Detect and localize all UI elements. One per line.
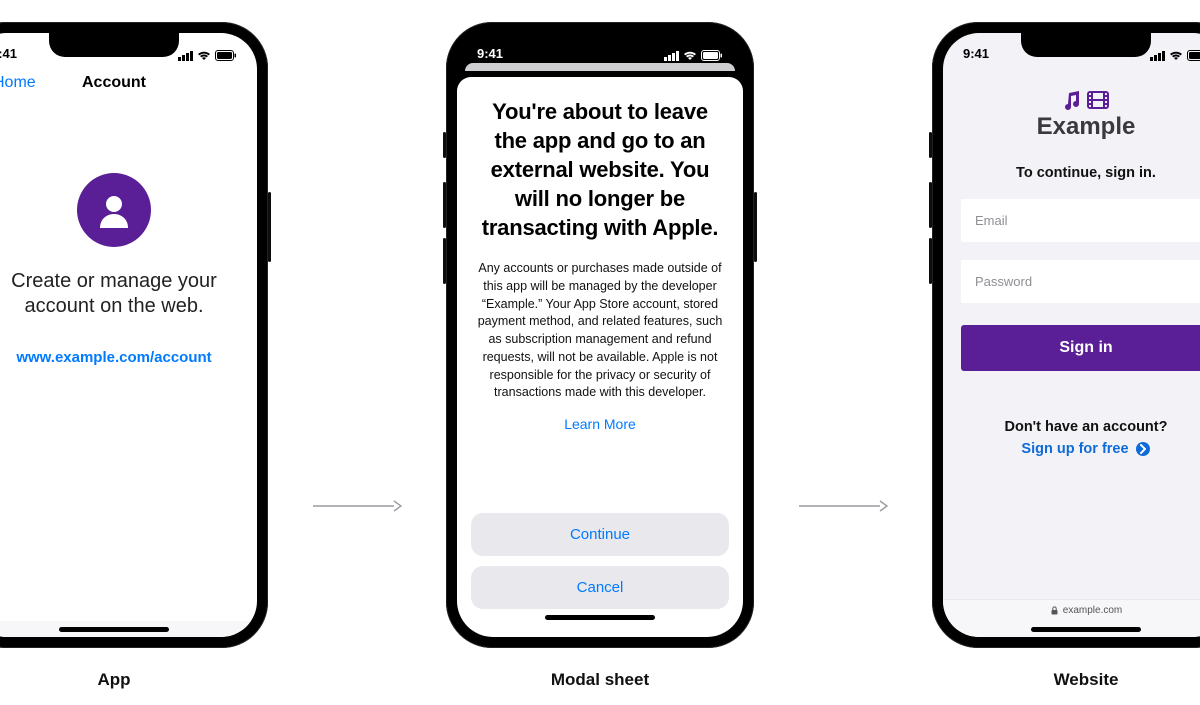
signin-subtitle: To continue, sign in. bbox=[1016, 165, 1156, 181]
phone-frame-modal: 9:41 You're about to leave the app and g… bbox=[446, 22, 754, 648]
home-indicator bbox=[471, 609, 729, 625]
lock-icon bbox=[1050, 606, 1059, 615]
phone-frame-website: 9:41 Example To continue, s bbox=[932, 22, 1200, 648]
signup-link[interactable]: Sign up for free bbox=[1021, 441, 1150, 457]
status-bar: 9:41 bbox=[943, 33, 1200, 63]
safari-url-text: example.com bbox=[1063, 605, 1122, 616]
nav-back-label: Home bbox=[0, 74, 36, 92]
home-indicator bbox=[943, 621, 1200, 637]
signin-button[interactable]: Sign in bbox=[961, 325, 1200, 371]
status-time: 9:41 bbox=[963, 46, 989, 61]
account-web-link[interactable]: www.example.com/account bbox=[16, 349, 211, 366]
continue-button[interactable]: Continue bbox=[471, 513, 729, 556]
flow-arrow-icon bbox=[312, 499, 402, 513]
safari-url-bar[interactable]: example.com bbox=[943, 599, 1200, 621]
phone-frame-app: 9:41 Home Account bbox=[0, 22, 268, 648]
password-field[interactable]: Password bbox=[961, 260, 1200, 303]
modal-headline: You're about to leave the app and go to … bbox=[471, 93, 729, 242]
sheet-behind-card bbox=[465, 63, 735, 71]
nav-bar: Home Account bbox=[0, 63, 257, 103]
caption-app: App bbox=[97, 670, 130, 690]
modal-sheet: You're about to leave the app and go to … bbox=[457, 77, 743, 637]
avatar-icon bbox=[77, 173, 151, 247]
status-time: 9:41 bbox=[477, 46, 503, 61]
home-indicator bbox=[0, 621, 257, 637]
caption-website: Website bbox=[1054, 670, 1119, 690]
signup-link-label: Sign up for free bbox=[1021, 441, 1128, 457]
status-bar: 9:41 bbox=[457, 33, 743, 63]
no-account-label: Don't have an account? bbox=[1005, 419, 1168, 435]
cancel-button[interactable]: Cancel bbox=[471, 566, 729, 609]
music-note-icon bbox=[1063, 91, 1081, 111]
arrow-circle-right-icon bbox=[1135, 441, 1151, 457]
email-field[interactable]: Email bbox=[961, 199, 1200, 242]
brand-name: Example bbox=[1037, 113, 1136, 141]
brand-logo-icons bbox=[1063, 91, 1109, 111]
learn-more-link[interactable]: Learn More bbox=[471, 416, 729, 432]
film-icon bbox=[1087, 91, 1109, 109]
status-icons bbox=[664, 50, 723, 61]
modal-body-text: Any accounts or purchases made outside o… bbox=[471, 260, 729, 402]
status-bar: 9:41 bbox=[0, 33, 257, 63]
account-body-text: Create or manage your account on the web… bbox=[9, 269, 219, 319]
flow-arrow-icon bbox=[798, 499, 888, 513]
nav-title: Account bbox=[0, 74, 257, 92]
status-time: 9:41 bbox=[0, 46, 17, 61]
status-icons bbox=[178, 50, 237, 61]
nav-back-button[interactable]: Home bbox=[0, 74, 36, 92]
status-icons bbox=[1150, 50, 1200, 61]
caption-modal: Modal sheet bbox=[551, 670, 649, 690]
